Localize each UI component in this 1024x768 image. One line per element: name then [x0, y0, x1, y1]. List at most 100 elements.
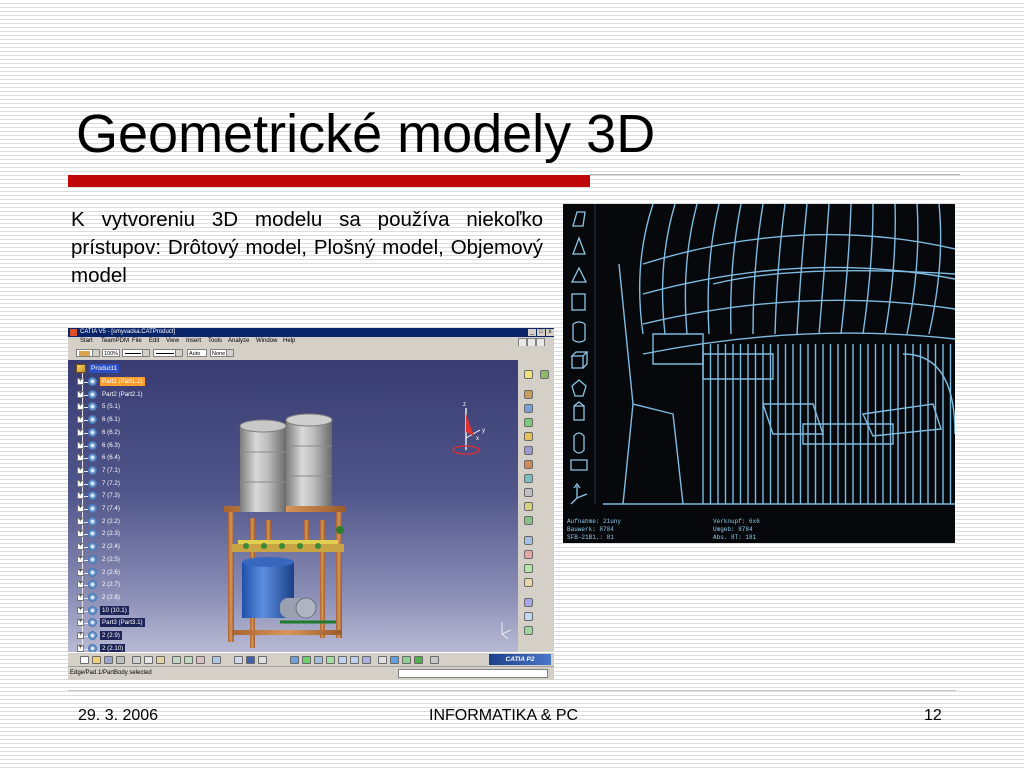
contact-icon[interactable] — [524, 536, 533, 545]
copy-icon[interactable] — [144, 656, 153, 664]
open-icon[interactable] — [92, 656, 101, 664]
compass-x-label: x — [476, 436, 479, 442]
menu-tools[interactable]: Tools — [208, 338, 222, 344]
menu-insert[interactable]: Insert — [186, 338, 201, 344]
minimize-button[interactable]: _ — [528, 329, 536, 336]
new-icon[interactable] — [80, 656, 89, 664]
swap-space-icon[interactable] — [414, 656, 423, 664]
color-select[interactable] — [76, 349, 100, 357]
offset-icon[interactable] — [524, 550, 533, 559]
menu-teampdm[interactable]: TeamPDM — [101, 338, 129, 344]
maximize-button[interactable]: □ — [537, 329, 545, 336]
normal-view-icon[interactable] — [362, 656, 371, 664]
save-icon[interactable] — [104, 656, 113, 664]
axis-triad-icon — [570, 482, 588, 505]
opacity-select-value: 100% — [104, 351, 119, 357]
layer-auto-select[interactable]: Auto — [187, 349, 207, 357]
shape-slab-icon — [570, 459, 588, 471]
linetype-select[interactable] — [122, 349, 150, 357]
menu-start[interactable]: Start — [80, 338, 93, 344]
catia-right-toolbar — [518, 360, 554, 652]
constraint-icon[interactable] — [524, 502, 533, 511]
print-icon[interactable] — [116, 656, 125, 664]
cut-icon[interactable] — [132, 656, 141, 664]
fit-icon[interactable] — [540, 370, 549, 379]
iso-view-icon[interactable] — [378, 656, 387, 664]
footer-rule — [68, 690, 956, 691]
wire-edge — [632, 403, 684, 505]
color-swatch — [79, 351, 90, 356]
explode-icon[interactable] — [524, 488, 533, 497]
part-icon[interactable] — [524, 432, 533, 441]
coincidence-icon[interactable] — [524, 516, 533, 525]
compass-icon: z y x — [452, 402, 485, 455]
axis-triad-icon — [501, 622, 512, 640]
catia-3d-viewport[interactable]: Product1 + Part1 (Part1.1) + Part2 (Part2.1… — [68, 360, 518, 652]
zoom-in-icon[interactable] — [338, 656, 347, 664]
redo-icon[interactable] — [184, 656, 193, 664]
catalog-icon[interactable] — [524, 626, 533, 635]
wire-edge — [618, 263, 634, 505]
table-icon[interactable] — [246, 656, 255, 664]
fix-icon[interactable] — [524, 578, 533, 587]
shading-icon[interactable] — [390, 656, 399, 664]
scene-icon[interactable] — [524, 612, 533, 621]
pipe-rack — [232, 526, 344, 552]
wire-arc — [902, 353, 955, 435]
move-icon[interactable] — [524, 460, 533, 469]
command-input[interactable] — [398, 669, 548, 678]
fx-icon[interactable] — [234, 656, 243, 664]
opacity-select[interactable]: 100% — [102, 349, 120, 357]
product-insert-icon[interactable] — [524, 404, 533, 413]
assembly-icon[interactable] — [524, 390, 533, 399]
shape-prism-icon — [573, 401, 585, 421]
wire-box — [861, 403, 942, 437]
catalog-browser-icon[interactable] — [258, 656, 267, 664]
thickness-select[interactable] — [153, 349, 183, 357]
pan-icon[interactable] — [314, 656, 323, 664]
shape-cone-icon — [572, 211, 586, 227]
footer-title: INFORMATIKA & PC — [429, 707, 579, 724]
shape-pyramid-icon — [572, 236, 586, 255]
undo-icon[interactable] — [172, 656, 181, 664]
wire-meridian — [752, 204, 764, 335]
info-line-1: Aufnahme: 21uny — [567, 518, 622, 525]
catia-bottom-toolbar — [68, 652, 554, 667]
whats-this-icon[interactable] — [196, 656, 205, 664]
replace-icon[interactable] — [524, 446, 533, 455]
component-icon[interactable] — [524, 418, 533, 427]
paste-icon[interactable] — [156, 656, 165, 664]
wire-meridian — [928, 204, 942, 335]
angle-icon[interactable] — [524, 564, 533, 573]
chevron-down-icon — [142, 350, 149, 356]
catia-properties-toolbar: 100% Auto None — [68, 346, 554, 361]
zoom-out-icon[interactable] — [350, 656, 359, 664]
shape-triangle-icon — [570, 266, 588, 283]
assembly-drawing: z y x — [224, 402, 512, 648]
catia-window-title: CATIA V5 - [smyvacka.CATProduct] — [80, 329, 176, 335]
rotate-icon[interactable] — [326, 656, 335, 664]
fly-icon[interactable] — [290, 656, 299, 664]
update-icon[interactable] — [524, 598, 533, 607]
chevron-down-icon — [226, 350, 233, 356]
menu-window[interactable]: Window — [256, 338, 277, 344]
compass-z-label: z — [463, 402, 466, 408]
fit-all-icon[interactable] — [302, 656, 311, 664]
close-button[interactable]: x — [546, 329, 554, 336]
menu-view[interactable]: View — [166, 338, 179, 344]
select-arrow-icon[interactable] — [524, 370, 533, 379]
snap-icon[interactable] — [524, 474, 533, 483]
measure-icon[interactable] — [430, 656, 439, 664]
slide-number: 12 — [924, 707, 942, 724]
info-line-5: Umgeb: 8784 — [713, 526, 753, 533]
menu-help[interactable]: Help — [283, 338, 295, 344]
menu-file[interactable]: File — [132, 338, 142, 344]
slide-title: Geometrické modely 3D — [76, 104, 656, 164]
wire-meridian — [661, 204, 676, 335]
menu-analyze[interactable]: Analyze — [228, 338, 249, 344]
menu-edit[interactable]: Edit — [149, 338, 159, 344]
layer-none-select[interactable]: None — [210, 349, 234, 357]
wire-meridian — [638, 204, 654, 335]
formula-icon[interactable] — [212, 656, 221, 664]
hide-show-icon[interactable] — [402, 656, 411, 664]
